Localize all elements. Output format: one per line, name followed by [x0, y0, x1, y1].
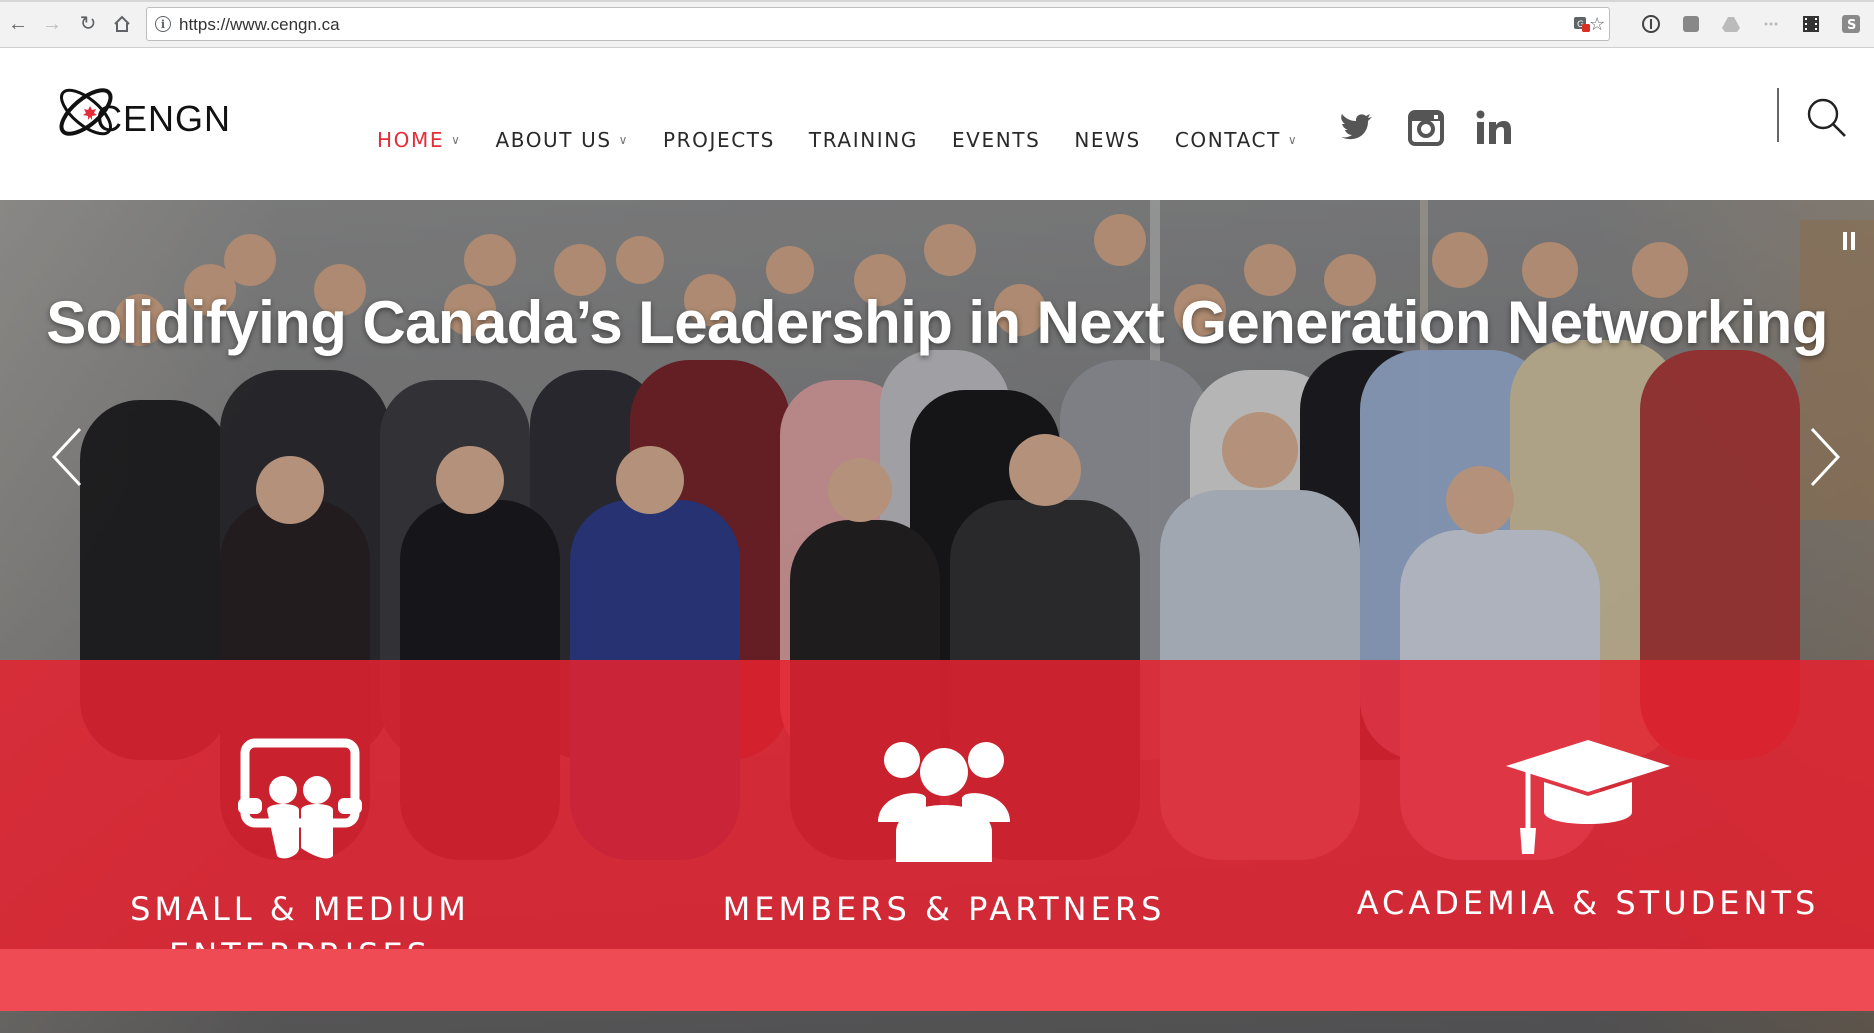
extension-s-icon[interactable]: S: [1840, 13, 1862, 35]
main-navigation: HOME ∨ ABOUT US ∨ PROJECTS TRAINING EVEN…: [377, 125, 1332, 155]
bookmark-star-icon[interactable]: ☆: [1589, 14, 1605, 35]
browser-toolbar: ← → ↻ i https://www.cengn.ca G ☆ S: [0, 0, 1874, 48]
search-icon[interactable]: [1804, 96, 1848, 140]
chevron-down-icon: ∨: [451, 133, 462, 147]
nav-item-training[interactable]: TRAINING: [809, 128, 918, 152]
forward-arrow-icon[interactable]: →: [40, 12, 64, 36]
info-icon[interactable]: i: [155, 16, 171, 32]
pause-icon[interactable]: [1840, 230, 1858, 252]
nav-item-events[interactable]: EVENTS: [952, 128, 1040, 152]
site-header: CENGN HOME ∨ ABOUT US ∨ PROJECTS TRAININ…: [0, 48, 1874, 200]
url-text: https://www.cengn.ca: [179, 15, 340, 34]
audience-band-footer: [0, 949, 1874, 1011]
nav-item-contact[interactable]: CONTACT ∨: [1175, 128, 1298, 152]
instagram-icon[interactable]: [1406, 108, 1446, 148]
home-icon[interactable]: [110, 12, 134, 36]
extension-square-icon[interactable]: [1680, 13, 1702, 35]
extension-film-icon[interactable]: [1800, 13, 1822, 35]
extension-onepassword-icon[interactable]: [1640, 13, 1662, 35]
tab-strip: [0, 0, 1874, 2]
audience-label: MEMBERS & PARTNERS: [722, 890, 1166, 928]
reload-icon[interactable]: ↻: [76, 12, 100, 36]
nav-item-label: HOME: [377, 128, 445, 152]
nav-item-label: TRAINING: [808, 128, 918, 152]
nav-item-home[interactable]: HOME ∨: [377, 128, 461, 152]
graduation-cap-icon: [1506, 740, 1670, 854]
logo-text: CENGN: [96, 98, 232, 139]
header-divider: [1777, 88, 1779, 142]
extension-dots-icon[interactable]: [1760, 13, 1782, 35]
chevron-down-icon: ∨: [1287, 133, 1299, 147]
presentation-people-icon: [238, 738, 362, 859]
back-arrow-icon[interactable]: ←: [6, 12, 30, 36]
hero-title: Solidifying Canada’s Leadership in Next …: [46, 289, 1828, 356]
nav-item-news[interactable]: NEWS: [1074, 128, 1140, 152]
twitter-icon[interactable]: [1337, 108, 1377, 148]
group-icon: [878, 742, 1010, 862]
audience-label: ACADEMIA & STUDENTS: [1356, 884, 1820, 922]
nav-item-label: CONTACT: [1174, 128, 1281, 152]
linkedin-icon[interactable]: [1474, 108, 1514, 148]
nav-item-label: EVENTS: [951, 128, 1041, 152]
svg-text:S: S: [1847, 18, 1856, 33]
nav-item-about-us[interactable]: ABOUT US ∨: [495, 128, 629, 152]
audience-band: SMALL & MEDIUM ENTERPRISES MEMBERS & PAR…: [0, 660, 1874, 974]
slider-prev-arrow-icon[interactable]: [48, 425, 88, 489]
hero-slider: Solidifying Canada’s Leadership in Next …: [0, 200, 1874, 1033]
nav-item-label: PROJECTS: [663, 128, 775, 152]
nav-item-label: NEWS: [1074, 128, 1141, 152]
chevron-down-icon: ∨: [618, 133, 629, 147]
extension-drive-icon[interactable]: [1720, 13, 1742, 35]
nav-item-projects[interactable]: PROJECTS: [663, 128, 775, 152]
nav-item-label: ABOUT US: [495, 128, 612, 152]
slider-next-arrow-icon[interactable]: [1804, 425, 1844, 489]
address-bar[interactable]: i https://www.cengn.ca G ☆: [146, 7, 1610, 41]
